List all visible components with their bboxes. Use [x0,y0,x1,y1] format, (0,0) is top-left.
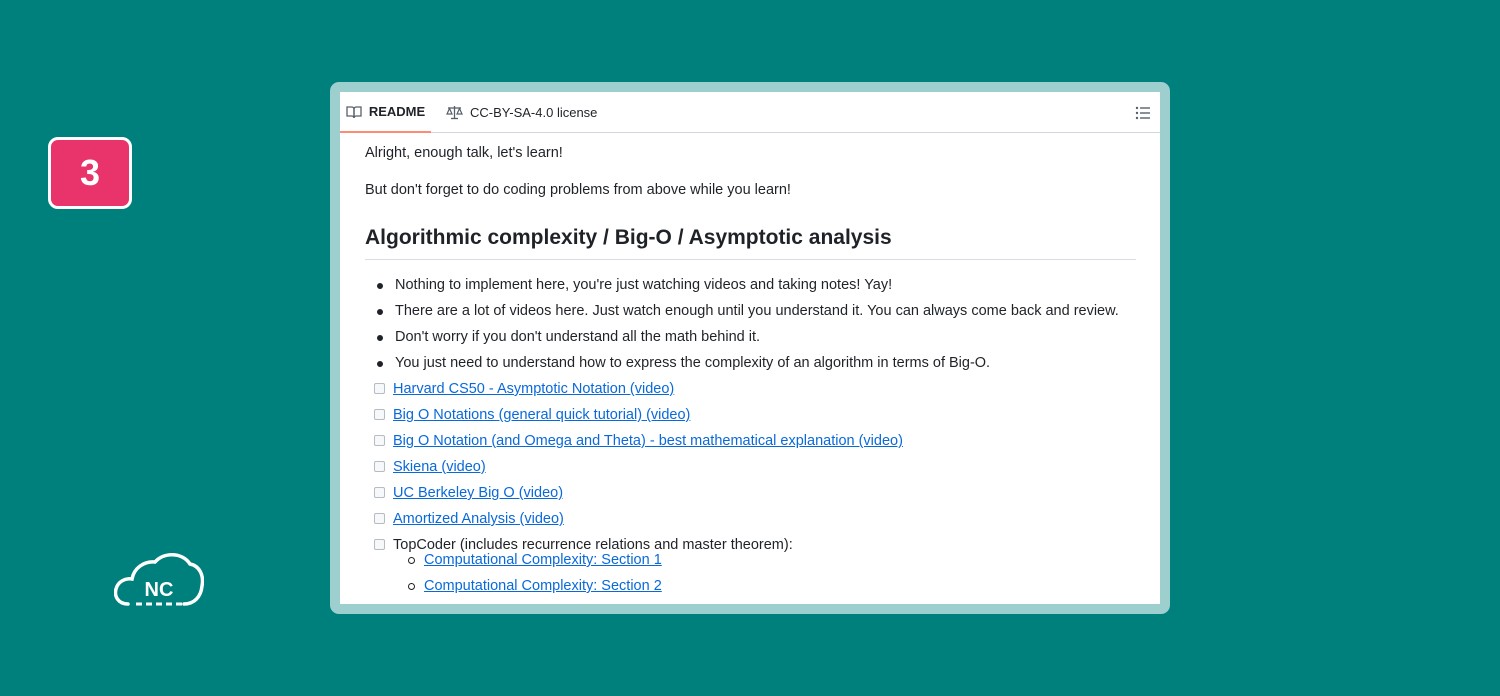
tab-license-label: CC-BY-SA-4.0 license [470,105,598,120]
sub-link[interactable]: Computational Complexity: Section 1 [424,552,662,568]
task-item: Skiena (video) [365,458,903,484]
tab-license[interactable]: CC-BY-SA-4.0 license [446,92,597,133]
sub-list-item: Computational Complexity: Section 2 [365,577,662,603]
readme-panel: README CC-BY-SA-4.0 license Alright, eno… [340,92,1160,604]
tab-readme[interactable]: README [340,92,431,133]
task-link[interactable]: Amortized Analysis (video) [393,511,564,527]
task-checkbox[interactable] [374,409,385,420]
list-item: You just need to understand how to expre… [365,354,1119,380]
screenshot-frame: README CC-BY-SA-4.0 license Alright, eno… [330,82,1170,614]
task-item: Amortized Analysis (video) [365,510,903,536]
task-link[interactable]: Big O Notations (general quick tutorial)… [393,407,690,423]
task-item: Harvard CS50 - Asymptotic Notation (vide… [365,380,903,406]
notes-list: Nothing to implement here, you're just w… [365,276,1119,380]
reminder-text: But don't forget to do coding problems f… [365,182,791,198]
sub-list: Computational Complexity: Section 1 Comp… [365,551,662,603]
outline-list-icon[interactable] [1134,104,1152,122]
list-item: Nothing to implement here, you're just w… [365,276,1119,302]
list-item: Don't worry if you don't understand all … [365,328,1119,354]
book-icon [346,105,362,118]
task-link[interactable]: UC Berkeley Big O (video) [393,485,563,501]
section-heading: Algorithmic complexity / Big-O / Asympto… [365,226,1136,260]
svg-text:NC: NC [145,579,174,601]
sub-link[interactable]: Computational Complexity: Section 2 [424,578,662,594]
task-checkbox[interactable] [374,487,385,498]
step-number-badge: 3 [48,137,132,209]
task-item: Big O Notations (general quick tutorial)… [365,406,903,432]
task-link[interactable]: Harvard CS50 - Asymptotic Notation (vide… [393,381,674,397]
task-checkbox[interactable] [374,435,385,446]
nc-cloud-logo: NC [114,553,204,606]
task-checkbox[interactable] [374,513,385,524]
intro-text: Alright, enough talk, let's learn! [365,145,563,161]
list-item: There are a lot of videos here. Just wat… [365,302,1119,328]
tab-bar: README CC-BY-SA-4.0 license [340,92,1160,133]
task-link[interactable]: Skiena (video) [393,459,486,475]
task-item: UC Berkeley Big O (video) [365,484,903,510]
sub-list-item: Computational Complexity: Section 1 [365,551,662,577]
task-link[interactable]: Big O Notation (and Omega and Theta) - b… [393,433,903,449]
task-checkbox[interactable] [374,383,385,394]
task-item: Big O Notation (and Omega and Theta) - b… [365,432,903,458]
task-checkbox[interactable] [374,461,385,472]
law-scale-icon [446,106,463,120]
task-list: Harvard CS50 - Asymptotic Notation (vide… [365,380,903,562]
tab-readme-label: README [368,104,426,119]
task-checkbox[interactable] [374,539,385,550]
